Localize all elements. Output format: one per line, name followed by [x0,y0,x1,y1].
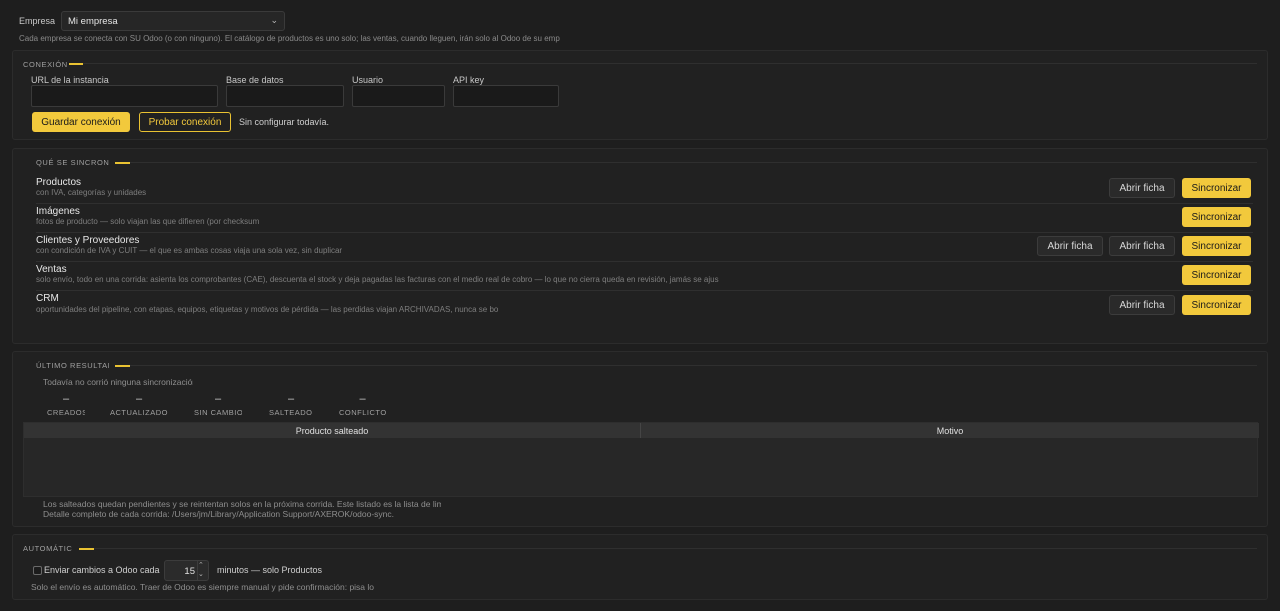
auto-send-suffix: minutos — solo Productos [217,565,323,575]
open-crm-button[interactable]: Abrir ficha [1109,295,1175,315]
apikey-input[interactable] [453,85,559,107]
result-title: ÚLTIMO RESULTADO [36,361,109,370]
sync-sales-button[interactable]: Sincronizar [1182,265,1251,285]
stat-created-label: CREADOS [47,408,85,417]
sync-item-title: Productos [36,177,82,188]
row-divider [36,203,1253,204]
section-rule [94,548,1257,549]
stat-skipped-value: – [287,393,295,405]
sync-item-desc: solo envío, todo en una corrida: asienta… [36,275,719,284]
column-header-reason[interactable]: Motivo [641,423,1259,438]
stat-conflicts-value: – [359,393,366,405]
stat-created-value: – [62,393,70,405]
sync-images-button[interactable]: Sincronizar [1182,207,1251,227]
apikey-label: API key [453,75,485,85]
company-select[interactable]: Mi empresa ⌄ [61,11,285,31]
chevron-up-icon[interactable]: ⌃ [198,561,204,569]
stat-unchanged-value: – [214,393,222,405]
result-note-skipped: Los salteados quedan pendientes y se rei… [43,499,441,509]
auto-note: Solo el envío es automático. Traer de Od… [31,582,375,592]
section-accent [115,162,130,164]
sync-item-desc: fotos de producto — solo viajan las que … [36,217,260,226]
db-input[interactable] [226,85,344,107]
auto-send-checkbox[interactable] [33,566,42,575]
sync-item-title: Clientes y Proveedores [36,235,140,246]
stat-updated-label: ACTUALIZADOS [110,408,168,417]
save-connection-button[interactable]: Guardar conexión [32,112,130,132]
url-label: URL de la instancia [31,75,109,85]
result-note-log-path: Detalle completo de cada corrida: /Users… [43,509,395,519]
connection-panel: CONEXIÓN URL de la instancia Base de dat… [12,50,1268,140]
result-empty-text: Todavía no corrió ninguna sincronización [43,377,193,387]
sync-item-desc: con IVA, categorías y unidades [36,188,147,197]
minutes-value: 15 [184,566,195,577]
connection-title: CONEXIÓN [23,60,68,69]
skipped-table: Producto salteado Motivo [23,422,1259,497]
sync-item-desc: con condición de IVA y CUIT — el que es … [36,246,343,255]
section-rule [130,162,1257,163]
section-accent [79,548,94,550]
section-rule [130,365,1257,366]
chevron-down-icon: ⌄ [270,15,278,25]
sync-products-button[interactable]: Sincronizar [1182,178,1251,198]
stat-skipped-label: SALTEADOS [269,408,313,417]
url-input[interactable] [31,85,218,107]
auto-title: AUTOMÁTICO [23,544,72,553]
company-label: Empresa [19,16,56,26]
chevron-down-icon[interactable]: ⌄ [198,570,204,578]
stat-unchanged-label: SIN CAMBIOS [194,408,242,417]
section-accent [69,63,83,65]
open-products-button[interactable]: Abrir ficha [1109,178,1175,198]
sync-item-title: Ventas [36,264,67,275]
user-label: Usuario [352,75,384,85]
stat-updated-value: – [135,393,143,405]
stat-conflicts-label: CONFLICTOS [339,408,386,417]
sync-partners-button[interactable]: Sincronizar [1182,236,1251,256]
result-panel: ÚLTIMO RESULTADO Todavía no corrió ningu… [12,351,1268,527]
company-hint: Cada empresa se conecta con SU Odoo (o c… [19,34,560,43]
sync-item-title: Imágenes [36,206,80,217]
auto-send-label: Enviar cambios a Odoo cada [44,565,160,575]
minutes-stepper[interactable]: 15 ⌃ ⌄ [164,560,209,581]
section-accent [115,365,130,367]
sync-item-title: CRM [36,293,59,304]
company-selected-value: Mi empresa [68,15,118,27]
row-divider [36,261,1253,262]
connection-status: Sin configurar todavía. [239,117,330,127]
sync-crm-button[interactable]: Sincronizar [1182,295,1251,315]
open-suppliers-button[interactable]: Abrir ficha [1109,236,1175,256]
db-label: Base de datos [226,75,284,85]
sync-item-desc: oportunidades del pipeline, con etapas, … [36,305,499,314]
sync-panel: QUÉ SE SINCRONIZA Productos con IVA, cat… [12,148,1268,344]
row-divider [36,290,1253,291]
open-clients-button[interactable]: Abrir ficha [1037,236,1103,256]
test-connection-button[interactable]: Probar conexión [139,112,231,132]
column-header-product[interactable]: Producto salteado [24,423,641,438]
section-rule [83,63,1257,64]
row-divider [36,232,1253,233]
user-input[interactable] [352,85,445,107]
sync-title: QUÉ SE SINCRONIZA [36,158,110,167]
auto-panel: AUTOMÁTICO Enviar cambios a Odoo cada 15… [12,534,1268,600]
